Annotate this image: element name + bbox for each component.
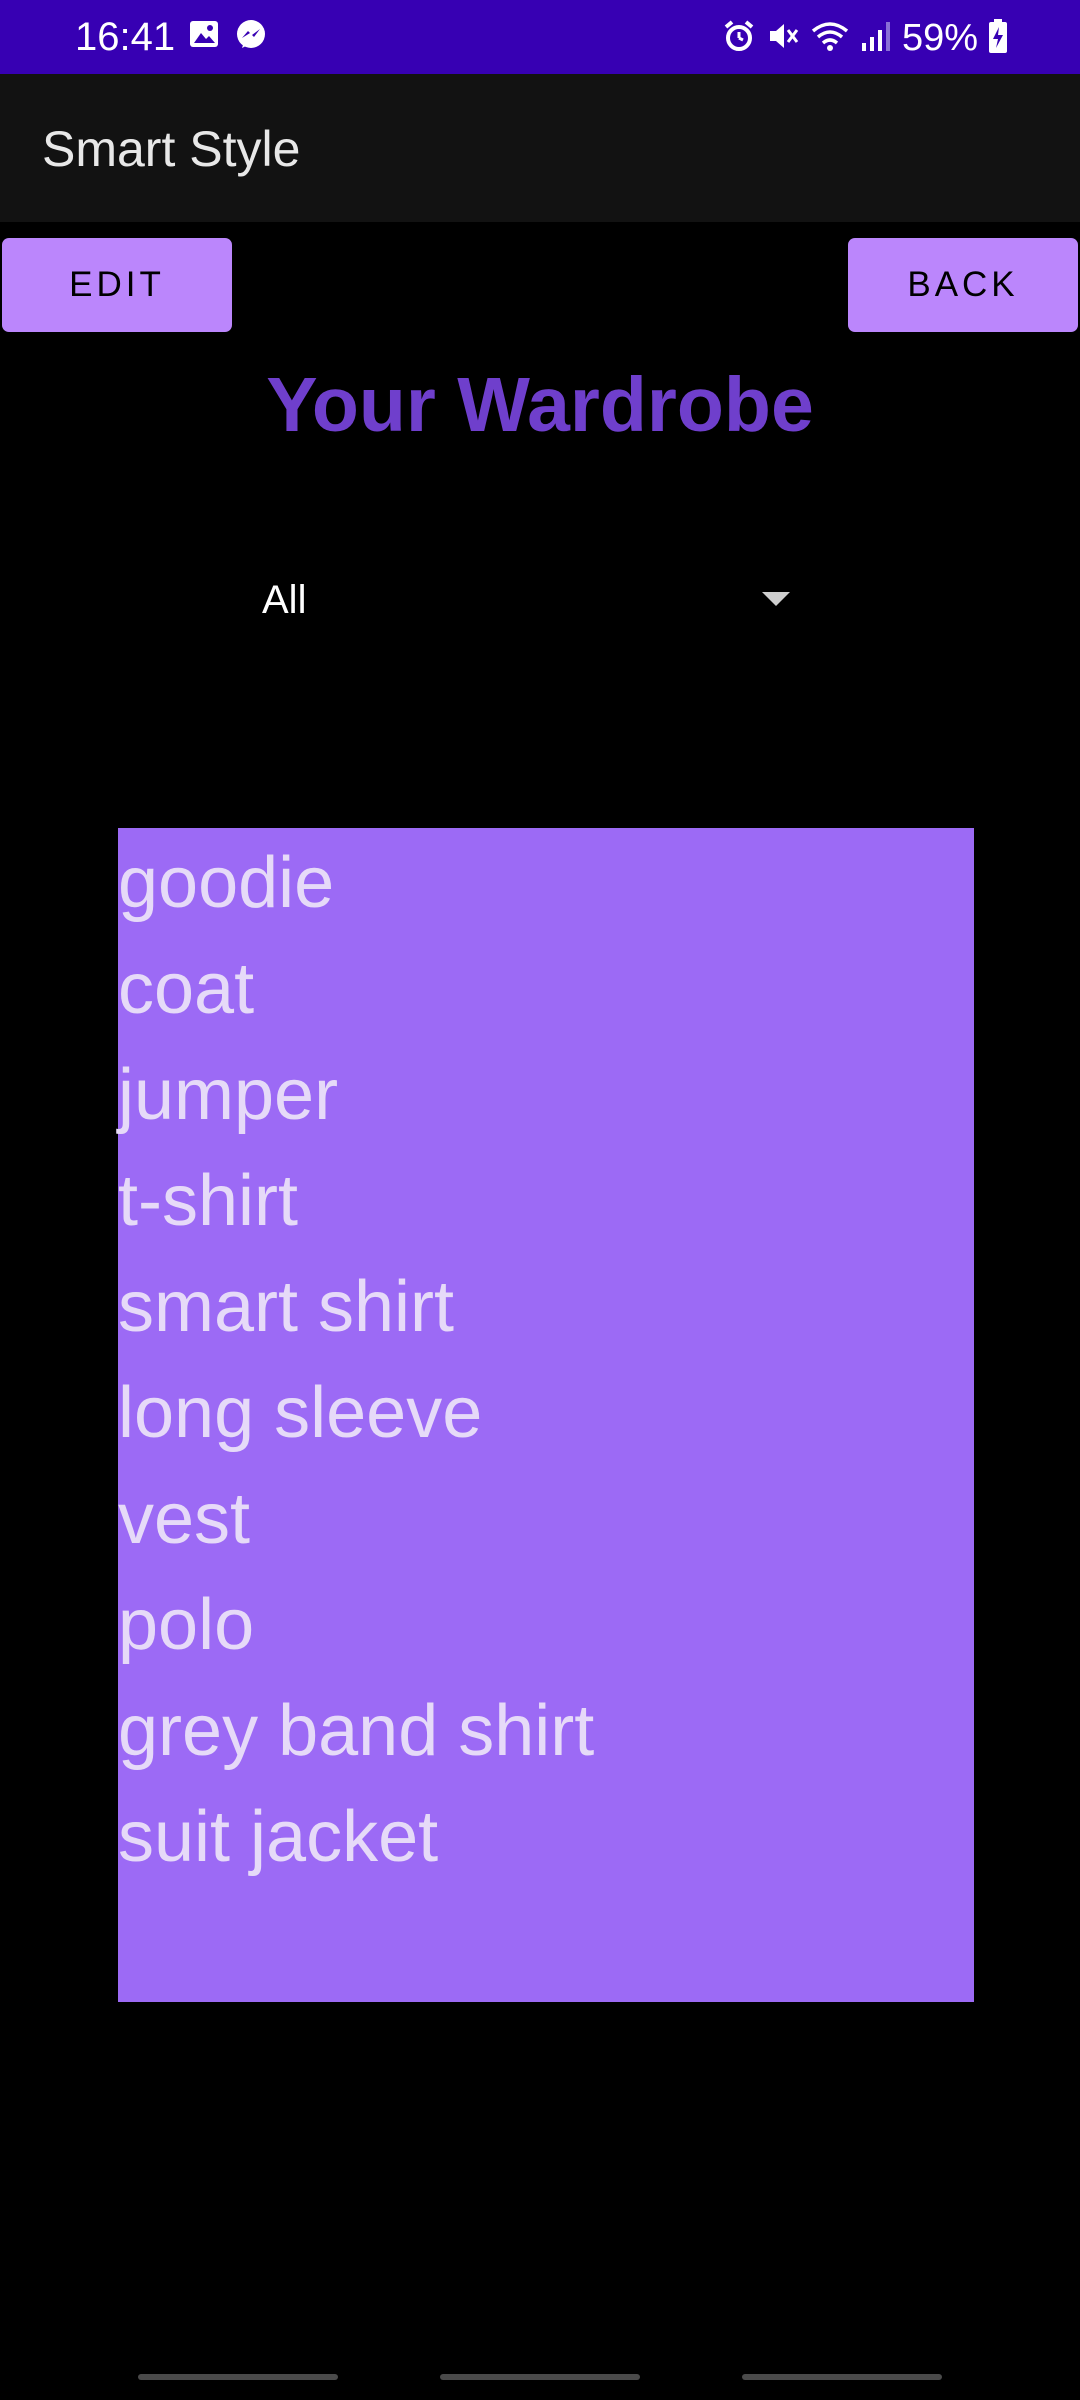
mute-icon	[766, 19, 800, 58]
app-title: Smart Style	[42, 121, 301, 177]
back-button[interactable]: BACK	[848, 238, 1078, 332]
list-item[interactable]: suit jacket	[118, 1784, 974, 1890]
list-item[interactable]: smart shirt	[118, 1254, 974, 1360]
status-time: 16:41	[75, 15, 176, 59]
list-item[interactable]: vest	[118, 1466, 974, 1572]
alarm-icon	[722, 19, 756, 58]
wardrobe-list[interactable]: goodie coat jumper t-shirt smart shirt long s…	[118, 828, 974, 2002]
list-item[interactable]: t-shirt	[118, 1148, 974, 1254]
chevron-down-icon	[762, 592, 790, 606]
page-title: Your Wardrobe	[266, 362, 814, 448]
messenger-icon	[234, 18, 268, 57]
list-item[interactable]: polo	[118, 1572, 974, 1678]
edit-button[interactable]: EDIT	[2, 238, 232, 332]
wifi-icon	[810, 19, 850, 58]
signal-icon	[860, 19, 892, 58]
status-bar: 16:41 59%	[0, 0, 1080, 74]
image-icon	[188, 18, 220, 57]
navigation-bar	[0, 2360, 1080, 2400]
list-item[interactable]: jumper	[118, 1042, 974, 1148]
category-dropdown[interactable]: All	[240, 560, 800, 640]
wardrobe-list-inner: goodie coat jumper t-shirt smart shirt long s…	[118, 828, 974, 1890]
category-dropdown-value: All	[262, 578, 307, 622]
nav-back-handle[interactable]	[742, 2374, 942, 2380]
list-item[interactable]: long sleeve	[118, 1360, 974, 1466]
app-bar: Smart Style	[0, 74, 1080, 222]
battery-percentage: 59%	[901, 17, 978, 59]
battery-charging-icon	[988, 18, 1008, 59]
list-item[interactable]: goodie	[118, 830, 974, 936]
nav-home-handle[interactable]	[440, 2374, 640, 2380]
list-item[interactable]: grey band shirt	[118, 1678, 974, 1784]
nav-recents-handle[interactable]	[138, 2374, 338, 2380]
screen: 16:41 59% Smart Style EDIT BACK Your War…	[0, 0, 1080, 2400]
status-right-icons: 59%	[722, 16, 1008, 60]
status-left-icons	[188, 18, 268, 57]
list-item[interactable]: coat	[118, 936, 974, 1042]
